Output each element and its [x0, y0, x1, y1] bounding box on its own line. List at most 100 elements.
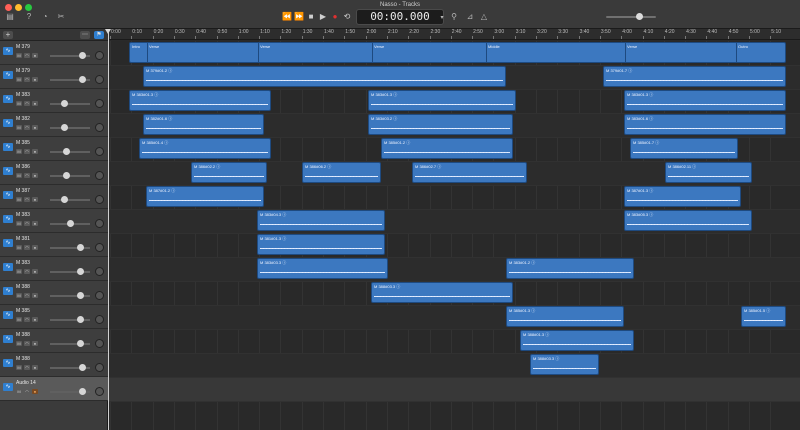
- track-lane[interactable]: [108, 354, 800, 378]
- record-enable-button[interactable]: ●: [32, 77, 38, 82]
- playhead[interactable]: [108, 29, 109, 430]
- track-volume-knob[interactable]: [79, 52, 86, 59]
- record-enable-button[interactable]: ●: [32, 173, 38, 178]
- track-header[interactable]: ∿ M 385 M ◠ ●: [0, 305, 108, 329]
- track-volume-knob[interactable]: [77, 244, 84, 251]
- track-name[interactable]: M 382: [16, 116, 30, 122]
- audio-region[interactable]: Intro Verse Verse Verse Middle Verse Outro: [129, 42, 786, 63]
- track-name[interactable]: M 385: [16, 140, 30, 146]
- metronome-icon[interactable]: ⊿: [465, 12, 475, 22]
- track-name[interactable]: M 383: [16, 260, 30, 266]
- pan-knob[interactable]: [95, 219, 104, 228]
- track-volume-slider[interactable]: [50, 271, 90, 273]
- record-enable-button[interactable]: ●: [32, 245, 38, 250]
- audio-region[interactable]: M 383#01.3 ⓘ: [368, 90, 516, 111]
- mute-button[interactable]: M: [16, 221, 22, 226]
- mute-button[interactable]: M: [16, 197, 22, 202]
- play-button[interactable]: ▶: [317, 12, 329, 22]
- audio-region[interactable]: M 387#01.3 ⓘ: [624, 186, 741, 207]
- audio-region[interactable]: M 388#03.3 ⓘ: [371, 282, 513, 303]
- track-volume-knob[interactable]: [63, 148, 70, 155]
- audio-region[interactable]: M 383#03.3 ⓘ: [257, 258, 388, 279]
- record-enable-button[interactable]: ●: [32, 293, 38, 298]
- audio-region[interactable]: M 383#04.3 ⓘ: [257, 210, 385, 231]
- track-lane[interactable]: [108, 330, 800, 354]
- tracks-area[interactable]: Intro Verse Verse Verse Middle Verse Outro M 37…: [108, 41, 800, 430]
- record-enable-button[interactable]: ●: [32, 125, 38, 130]
- track-name[interactable]: M 386: [16, 164, 30, 170]
- master-volume-slider[interactable]: [606, 16, 656, 18]
- audio-region[interactable]: M 386#02.7 ⓘ: [412, 162, 527, 183]
- pan-knob[interactable]: [95, 123, 104, 132]
- record-enable-button[interactable]: ●: [32, 389, 38, 394]
- solo-button[interactable]: ◠: [24, 269, 30, 274]
- record-enable-button[interactable]: ●: [32, 221, 38, 226]
- solo-button[interactable]: ◠: [24, 317, 30, 322]
- track-name[interactable]: M 381: [16, 236, 30, 242]
- track-lane[interactable]: [108, 258, 800, 282]
- track-name[interactable]: M 385: [16, 308, 30, 314]
- record-enable-button[interactable]: ●: [32, 341, 38, 346]
- rewind-button[interactable]: ⏪: [281, 12, 293, 22]
- record-enable-button[interactable]: ●: [32, 197, 38, 202]
- track-volume-knob[interactable]: [61, 124, 68, 131]
- track-header[interactable]: ∿ M 386 M ◠ ●: [0, 161, 108, 185]
- track-header[interactable]: ∿ M 387 M ◠ ●: [0, 185, 108, 209]
- audio-region[interactable]: M 386#02.2 ⓘ: [191, 162, 267, 183]
- editors-icon[interactable]: ✂: [56, 12, 66, 22]
- filter-button[interactable]: ⚑: [94, 31, 104, 39]
- library-icon[interactable]: ▤: [5, 12, 15, 22]
- stop-button[interactable]: ■: [305, 12, 317, 22]
- solo-button[interactable]: ◠: [24, 341, 30, 346]
- track-header[interactable]: ∿ M 383 M ◠ ●: [0, 209, 108, 233]
- add-track-button[interactable]: +: [3, 31, 13, 39]
- playhead-handle[interactable]: [105, 29, 111, 34]
- track-header[interactable]: ∿ M 385 M ◠ ●: [0, 137, 108, 161]
- help-icon[interactable]: ?: [24, 12, 34, 22]
- track-name[interactable]: Audio 14: [16, 380, 36, 386]
- track-header[interactable]: ∿ M 388 M ◠ ●: [0, 329, 108, 353]
- timeline-ruler[interactable]: 0:00 0:10 0:20 0:30 0:40 0:50 1:00 1:10 1:20 1:30…: [108, 29, 800, 40]
- record-enable-button[interactable]: ●: [32, 149, 38, 154]
- audio-region[interactable]: M 383#01.3 ⓘ: [129, 90, 271, 111]
- pan-knob[interactable]: [95, 291, 104, 300]
- track-lane[interactable]: [108, 234, 800, 258]
- audio-region[interactable]: M 385#01.2 ⓘ: [381, 138, 513, 159]
- track-header[interactable]: ∿ M 383 M ◠ ●: [0, 257, 108, 281]
- track-volume-slider[interactable]: [50, 247, 90, 249]
- solo-button[interactable]: ◠: [24, 293, 30, 298]
- mute-button[interactable]: M: [16, 77, 22, 82]
- track-header[interactable]: ∿ M 379 M ◠ ●: [0, 41, 108, 65]
- track-volume-knob[interactable]: [77, 316, 84, 323]
- track-volume-slider[interactable]: [50, 175, 90, 177]
- mute-button[interactable]: M: [16, 317, 22, 322]
- pan-knob[interactable]: [95, 99, 104, 108]
- audio-region[interactable]: M 382#01.6 ⓘ: [143, 114, 264, 135]
- track-volume-slider[interactable]: [50, 127, 90, 129]
- pan-knob[interactable]: [95, 243, 104, 252]
- solo-button[interactable]: ◠: [24, 125, 30, 130]
- record-enable-button[interactable]: ●: [32, 269, 38, 274]
- solo-button[interactable]: ◠: [24, 101, 30, 106]
- audio-region[interactable]: M 388#01.3 ⓘ: [520, 330, 634, 351]
- track-header[interactable]: ∿ M 383 M ◠ ●: [0, 89, 108, 113]
- mute-button[interactable]: M: [16, 341, 22, 346]
- chevron-down-icon[interactable]: ▾: [437, 13, 447, 23]
- pan-knob[interactable]: [95, 171, 104, 180]
- track-header[interactable]: ∿ M 379 M ◠ ●: [0, 65, 108, 89]
- track-volume-knob[interactable]: [79, 388, 86, 395]
- pan-knob[interactable]: [95, 75, 104, 84]
- audio-region[interactable]: M 383#03.2 ⓘ: [368, 114, 513, 135]
- count-in-icon[interactable]: △: [479, 12, 489, 22]
- mute-button[interactable]: M: [16, 173, 22, 178]
- mute-button[interactable]: M: [16, 53, 22, 58]
- track-volume-knob[interactable]: [77, 268, 84, 275]
- track-lane[interactable]: [108, 378, 800, 402]
- forward-button[interactable]: ⏩: [293, 12, 305, 22]
- record-enable-button[interactable]: ●: [32, 365, 38, 370]
- pan-knob[interactable]: [95, 147, 104, 156]
- track-volume-knob[interactable]: [61, 100, 68, 107]
- track-volume-slider[interactable]: [50, 343, 90, 345]
- mute-button[interactable]: M: [16, 293, 22, 298]
- track-volume-knob[interactable]: [67, 220, 74, 227]
